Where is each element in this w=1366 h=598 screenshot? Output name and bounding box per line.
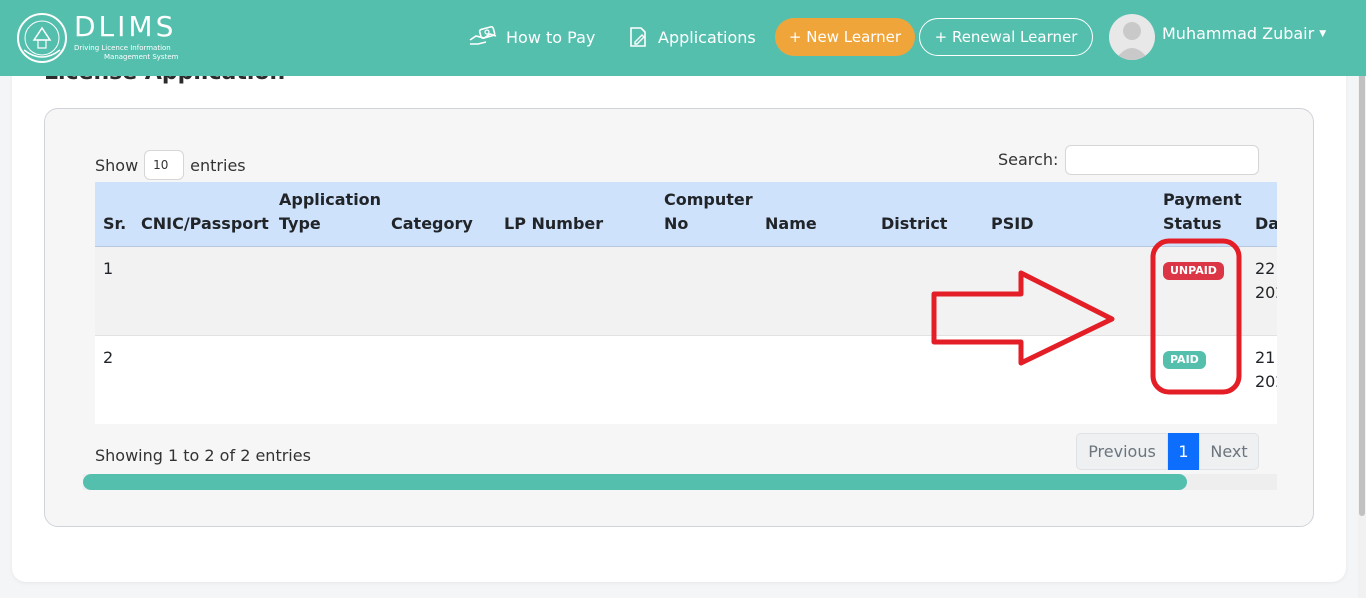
search-label: Search: — [998, 150, 1059, 169]
horizontal-scrollbar[interactable] — [83, 474, 1277, 490]
logo-subtitle: Driving Licence Information Management S… — [74, 44, 179, 61]
cell-payment-status: UNPAID — [1155, 246, 1247, 336]
user-menu[interactable]: Muhammad Zubair ▼ — [1162, 24, 1326, 43]
user-avatar-icon — [1115, 22, 1149, 60]
page-length-select[interactable]: 10 — [144, 150, 185, 180]
col-date[interactable]: Date — [1247, 182, 1277, 247]
col-lp-number[interactable]: LP Number — [496, 182, 656, 247]
col-payment-status[interactable]: Payment Status — [1155, 182, 1247, 247]
table-row[interactable]: 1 UNPAID 22 Dec 2023 — [95, 246, 1277, 336]
applications-table-wrapper: Sr. CNIC/Passport Application Type Categ… — [95, 182, 1277, 424]
avatar[interactable] — [1109, 14, 1155, 60]
logo-title: DLIMS — [74, 10, 177, 43]
page-length-control: Show 10 entries — [95, 150, 246, 180]
col-application-type[interactable]: Application Type — [271, 182, 383, 247]
cell-date: 22 Dec 2023 — [1247, 246, 1277, 336]
cell-payment-status: PAID — [1155, 335, 1247, 424]
nav-applications[interactable]: Applications — [626, 22, 756, 52]
pagination: Previous 1 Next — [1076, 433, 1259, 470]
col-name[interactable]: Name — [757, 182, 873, 247]
col-category[interactable]: Category — [383, 182, 496, 247]
renewal-learner-button[interactable]: + Renewal Learner — [919, 18, 1093, 56]
status-badge: UNPAID — [1163, 261, 1224, 280]
table-header-row: Sr. CNIC/Passport Application Type Categ… — [95, 182, 1277, 247]
applications-table: Sr. CNIC/Passport Application Type Categ… — [95, 182, 1277, 424]
table-info: Showing 1 to 2 of 2 entries — [95, 446, 311, 465]
cell-sr: 2 — [95, 335, 133, 424]
col-district[interactable]: District — [873, 182, 983, 247]
col-sr[interactable]: Sr. — [95, 182, 133, 247]
new-learner-button[interactable]: + New Learner — [775, 18, 915, 56]
top-navbar: DLIMS Driving Licence Information Manage… — [0, 0, 1366, 76]
caret-down-icon: ▼ — [1319, 28, 1327, 39]
search-input[interactable] — [1065, 145, 1259, 175]
previous-page-button[interactable]: Previous — [1076, 433, 1168, 470]
col-computer-no[interactable]: Computer No — [656, 182, 757, 247]
document-edit-icon — [630, 27, 646, 47]
col-psid[interactable]: PSID — [983, 182, 1155, 247]
next-page-button[interactable]: Next — [1199, 433, 1259, 470]
nav-how-to-pay[interactable]: How to Pay — [468, 22, 595, 52]
horizontal-scrollbar-thumb[interactable] — [83, 474, 1187, 490]
status-badge: PAID — [1163, 350, 1206, 369]
table-row[interactable]: 2 PAID 21 Dec 2023 — [95, 335, 1277, 424]
emblem-icon — [17, 13, 67, 63]
hand-money-icon — [469, 26, 497, 45]
cell-date: 21 Dec 2023 — [1247, 335, 1277, 424]
cell-sr: 1 — [95, 246, 133, 336]
vertical-scrollbar[interactable] — [1358, 0, 1366, 598]
vertical-scrollbar-thumb[interactable] — [1359, 70, 1365, 516]
dlims-logo[interactable]: DLIMS Driving Licence Information Manage… — [14, 8, 184, 66]
col-cnic[interactable]: CNIC/Passport — [133, 182, 271, 247]
page-1-button[interactable]: 1 — [1168, 433, 1199, 470]
